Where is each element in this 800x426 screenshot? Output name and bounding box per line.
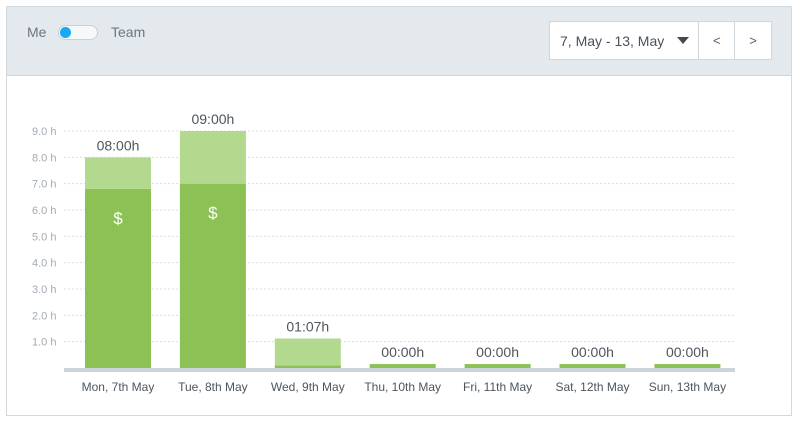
x-category-label: Tue, 8th May xyxy=(178,380,248,394)
y-tick-label: 4.0 h xyxy=(32,258,56,270)
y-tick-label: 6.0 h xyxy=(32,205,56,217)
bar-segment-billable xyxy=(464,364,531,368)
y-tick-label: 8.0 h xyxy=(32,152,56,164)
y-tick-label: 5.0 h xyxy=(32,231,56,243)
bar-segment-billable xyxy=(654,364,721,368)
bar-segment-non-billable xyxy=(274,338,341,366)
x-category-label: Sat, 12th May xyxy=(555,380,629,394)
x-category-label: Fri, 11th May xyxy=(463,380,532,394)
bar-segment-non-billable xyxy=(179,131,246,184)
bar-total-label: 01:07h xyxy=(286,319,329,335)
y-tick-label: 7.0 h xyxy=(32,179,56,191)
x-category-label: Mon, 7th May xyxy=(82,380,155,394)
y-tick-label: 9.0 h xyxy=(32,126,56,138)
y-tick-label: 3.0 h xyxy=(32,284,56,296)
bar-segment-non-billable xyxy=(85,157,151,189)
y-tick-label: 2.0 h xyxy=(32,310,56,322)
bar-total-label: 00:00h xyxy=(476,344,519,360)
time-report-card: Me Team 7, May - 13, May < > 1.0 h 2.0 h3… xyxy=(6,6,792,416)
bar-total-label: 00:00h xyxy=(571,344,614,360)
bar-total-label: 09:00h xyxy=(191,111,234,127)
x-category-label: Sun, 13th May xyxy=(649,380,726,394)
bar-total-label: 00:00h xyxy=(666,344,709,360)
weekly-hours-chart: 1.0 h 2.0 h 3.0 h 4.0 h 5.0 h 6.0 h 7.0 h 8.0 h… xyxy=(32,111,735,394)
x-category-label: Thu, 10th May xyxy=(364,380,441,394)
billable-dollar-icon: $ xyxy=(113,209,123,228)
billable-dollar-icon: $ xyxy=(208,204,218,223)
bar-segment-billable xyxy=(369,364,436,368)
x-category-label: Wed, 9th May xyxy=(271,380,345,394)
bar-segment-billable xyxy=(559,364,626,368)
bar-segment-billable xyxy=(274,365,341,368)
y-tick-label: 1.0 h xyxy=(32,337,56,349)
x-axis-baseline xyxy=(64,368,735,372)
bar-total-label: 00:00h xyxy=(381,344,424,360)
bar-total-label: 08:00h xyxy=(97,137,140,153)
